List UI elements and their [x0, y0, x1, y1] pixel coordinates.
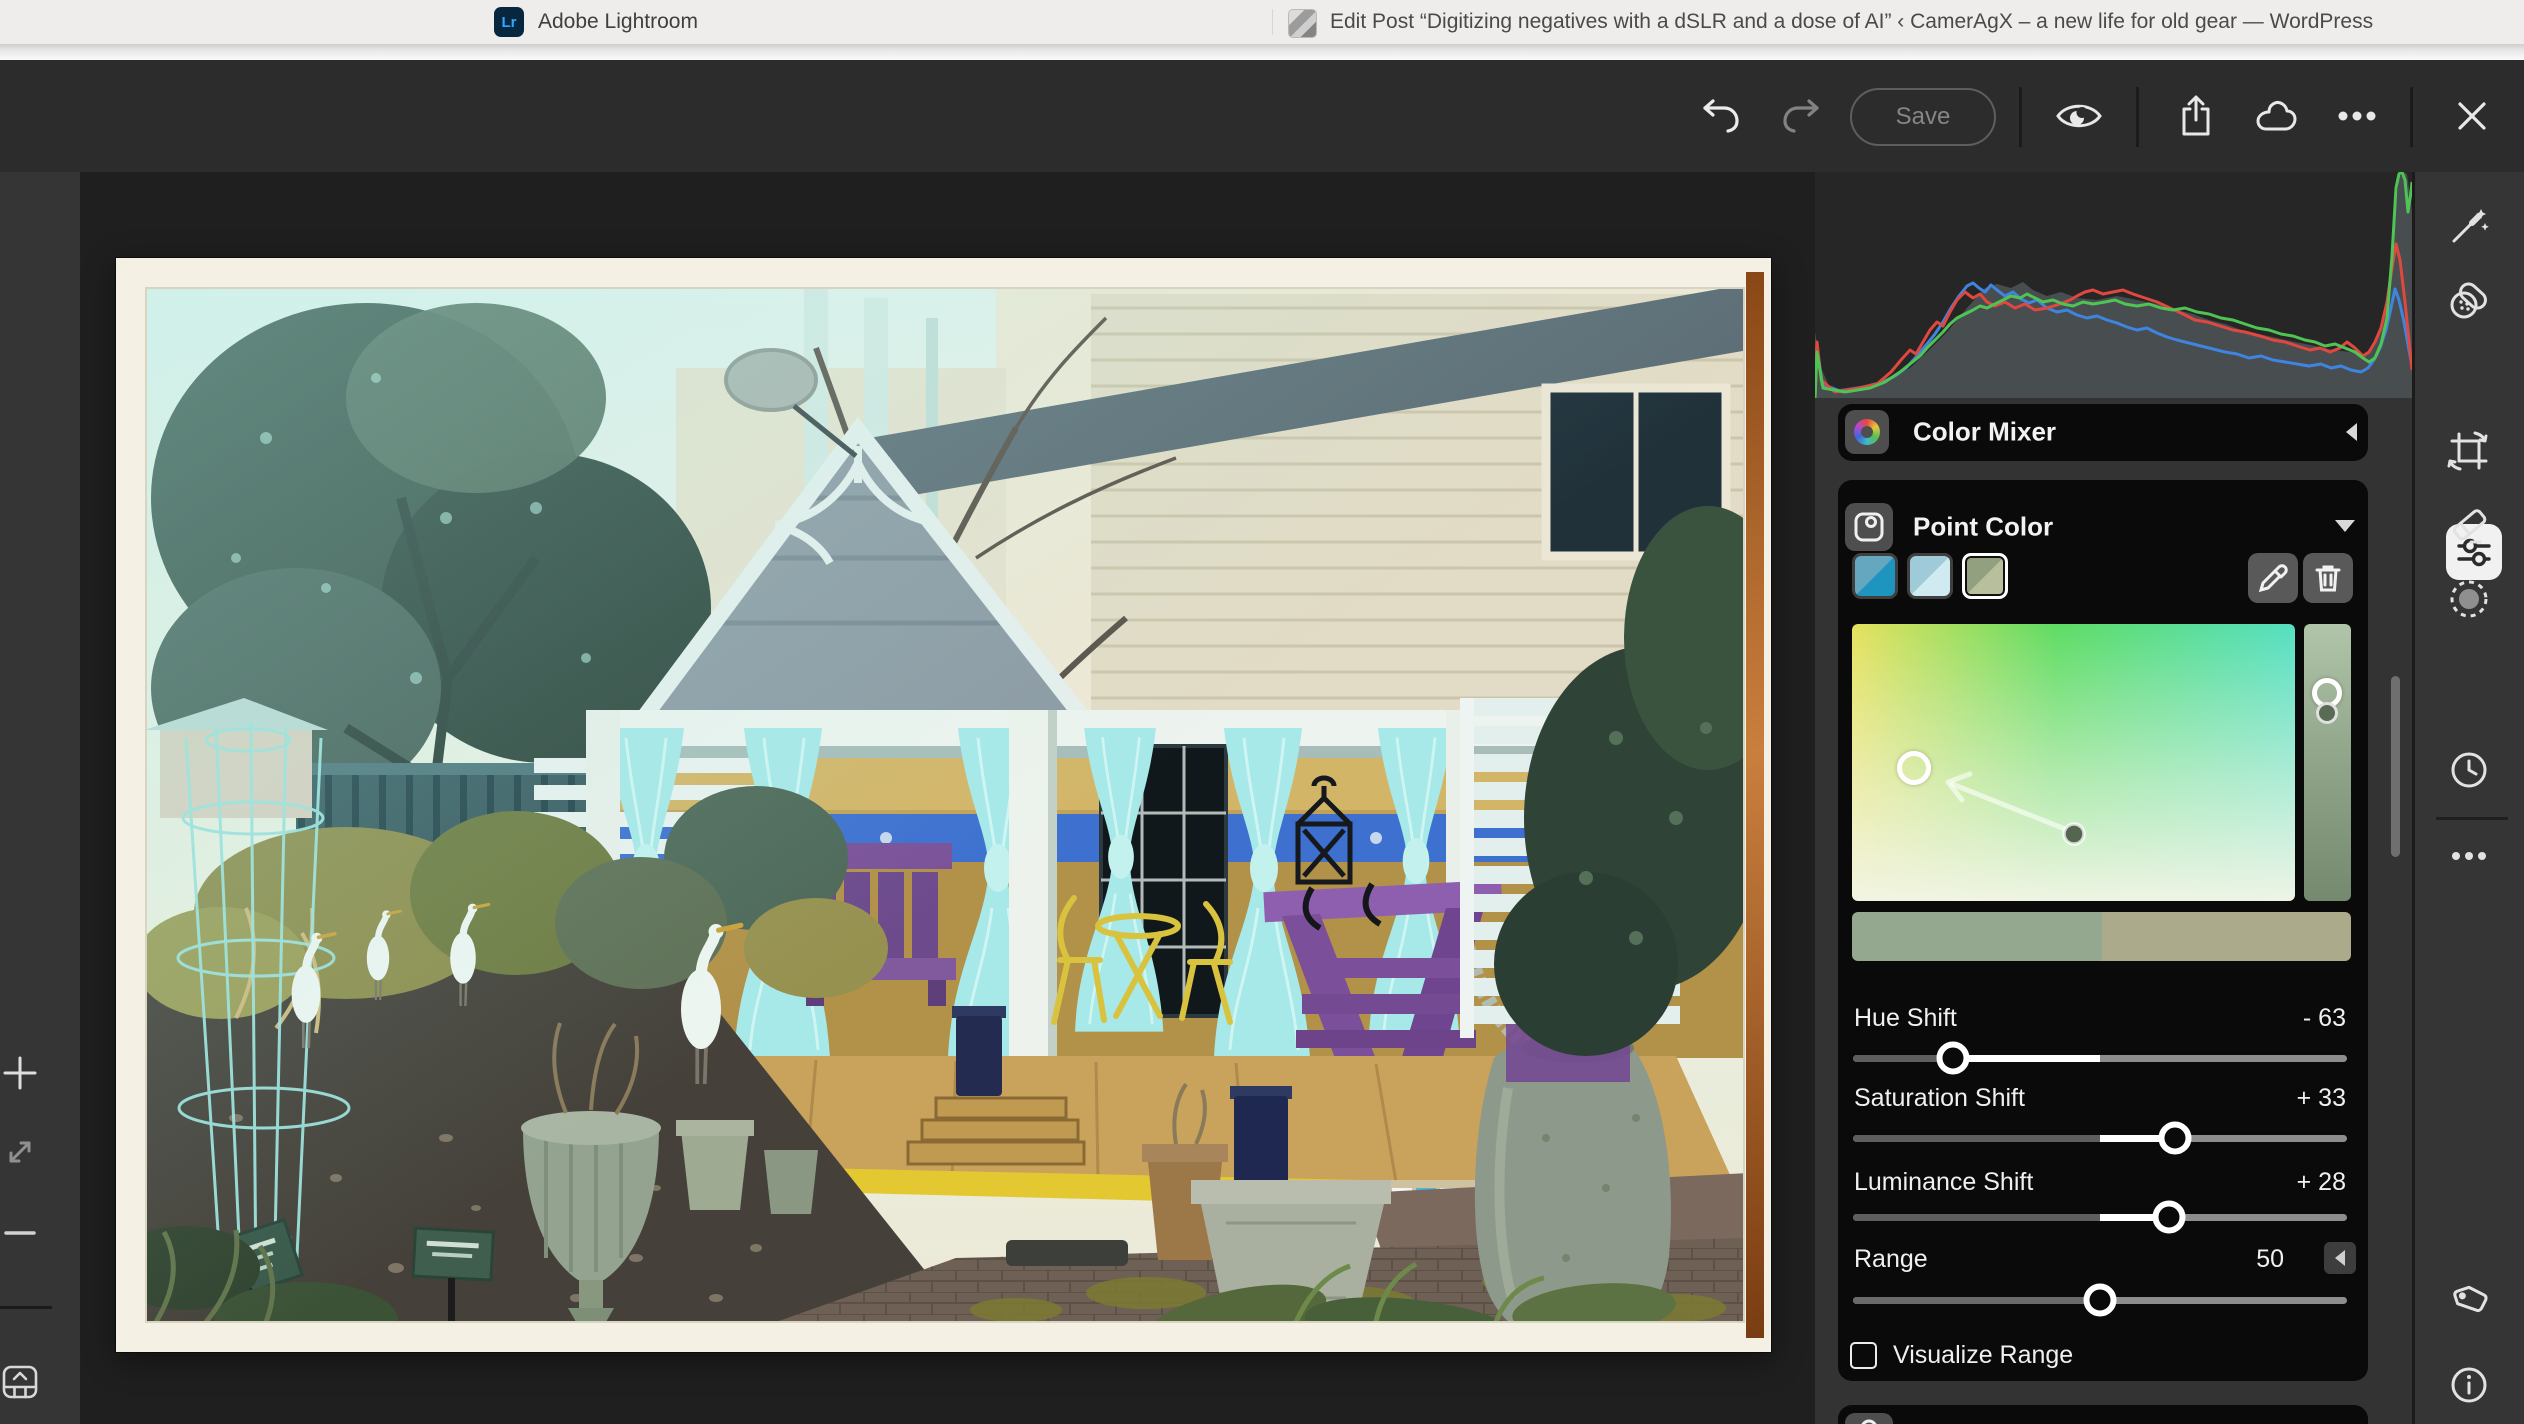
panel-scrollbar[interactable]	[2391, 676, 2400, 857]
saturation-shift-handle[interactable]	[2159, 1122, 2192, 1155]
zoom-controls-strip	[0, 172, 80, 1424]
luminance-shift-handle[interactable]	[2153, 1201, 2186, 1234]
share-icon[interactable]	[2176, 94, 2216, 138]
tab-wordpress[interactable]: Edit Post “Digitizing negatives with a d…	[1330, 10, 2373, 34]
range-label: Range	[1854, 1245, 1928, 1274]
crop-rotate-icon[interactable]	[2447, 429, 2491, 473]
color-grading-icon[interactable]	[1845, 1413, 1893, 1424]
filmstrip-icon[interactable]	[1, 1364, 39, 1400]
hue-shift-value: - 63	[2303, 1004, 2346, 1033]
edit-panel: Color Mixer Point Color	[1815, 172, 2412, 1424]
point-color-swatch-3-selected[interactable]	[1962, 553, 2008, 599]
toolbar-separator	[2136, 87, 2139, 147]
close-icon[interactable]	[2455, 99, 2489, 133]
photo-canvas[interactable]	[80, 172, 1815, 1424]
photo-negative-scan	[116, 258, 1771, 1352]
histogram[interactable]	[1815, 172, 2412, 398]
eraser-icon[interactable]	[2447, 504, 2491, 548]
hue-shift-row: Hue Shift - 63	[1854, 1004, 2346, 1033]
collapse-caret-icon[interactable]	[2346, 423, 2357, 441]
cloud-icon[interactable]	[2254, 99, 2298, 133]
point-color-title: Point Color	[1913, 512, 2053, 543]
luminance-shift-label: Luminance Shift	[1854, 1168, 2033, 1197]
fit-expand-icon[interactable]	[3, 1135, 37, 1169]
zoom-in-plus-icon[interactable]	[2, 1055, 38, 1091]
hue-shift-handle[interactable]	[1936, 1042, 1969, 1075]
shade-strip[interactable]	[2304, 624, 2351, 901]
before-color	[1852, 912, 2102, 961]
color-grading-card: Color Grading	[1838, 1405, 2368, 1424]
range-slider[interactable]	[1853, 1297, 2347, 1304]
sidebar-divider	[2436, 817, 2508, 820]
browser-tab-bar: Lr Adobe Lightroom Edit Post “Digitizing…	[0, 0, 2524, 44]
tool-sidebar	[2415, 172, 2524, 1424]
gradient-target-handle[interactable]	[1897, 751, 1931, 785]
history-clock-icon[interactable]	[2449, 750, 2489, 790]
more-dots-icon[interactable]	[2450, 851, 2488, 861]
range-collapse-button[interactable]	[2324, 1242, 2356, 1274]
hue-shift-slider[interactable]	[1853, 1055, 2347, 1062]
saturation-shift-label: Saturation Shift	[1854, 1084, 2025, 1113]
visualize-range-checkbox[interactable]	[1850, 1342, 1877, 1369]
after-color	[2102, 912, 2352, 961]
saturation-shift-row: Saturation Shift + 33	[1854, 1084, 2346, 1113]
strip-divider	[0, 1306, 52, 1309]
color-mixer-title: Color Mixer	[1913, 417, 2056, 448]
toolbar-separator	[2410, 87, 2413, 147]
hue-shift-label: Hue Shift	[1854, 1004, 1957, 1033]
eye-icon[interactable]	[2055, 99, 2103, 133]
lightroom-logo-icon: Lr	[494, 7, 524, 37]
saturation-shift-slider[interactable]	[1853, 1135, 2347, 1142]
color-gradient-picker[interactable]	[1852, 624, 2295, 901]
redo-icon[interactable]	[1780, 97, 1822, 135]
wordpress-tab-favicon	[1288, 9, 1317, 38]
before-after-color-bar	[1852, 912, 2351, 961]
luminance-shift-value: + 28	[2297, 1168, 2346, 1197]
auto-enhance-wand-icon[interactable]	[2448, 205, 2490, 247]
info-icon[interactable]	[2449, 1365, 2489, 1405]
color-mixer-icon[interactable]	[1845, 410, 1889, 454]
range-row: Range 50	[1854, 1245, 2284, 1274]
more-options-icon[interactable]	[2335, 110, 2379, 122]
range-value: 50	[2256, 1245, 2284, 1274]
toolbar-separator	[2019, 87, 2022, 147]
tab-lightroom[interactable]: Adobe Lightroom	[538, 10, 698, 34]
window-chrome-shadow	[0, 44, 2524, 60]
luminance-shift-slider[interactable]	[1853, 1214, 2347, 1221]
color-mixer-card: Color Mixer	[1838, 404, 2368, 461]
expand-caret-icon[interactable]	[2335, 520, 2355, 532]
undo-icon[interactable]	[1700, 97, 1742, 135]
masking-icon[interactable]	[2447, 577, 2491, 621]
tag-icon[interactable]	[2447, 1280, 2491, 1320]
point-color-icon[interactable]	[1845, 503, 1893, 551]
app-toolbar: Save	[0, 60, 2524, 172]
visualize-range-label: Visualize Range	[1893, 1341, 2073, 1370]
healing-icon[interactable]	[2447, 279, 2491, 323]
point-color-swatch-1[interactable]	[1852, 553, 1898, 599]
delete-swatch-button[interactable]	[2303, 553, 2353, 603]
point-color-card: Point Color	[1838, 480, 2368, 1381]
tab-divider	[1272, 9, 1273, 35]
shade-origin-dot	[2316, 702, 2338, 724]
eyedropper-button[interactable]	[2248, 553, 2298, 603]
saturation-shift-value: + 33	[2297, 1084, 2346, 1113]
visualize-range-row: Visualize Range	[1850, 1341, 2073, 1370]
luminance-shift-row: Luminance Shift + 28	[1854, 1168, 2346, 1197]
point-color-swatch-2[interactable]	[1907, 553, 1953, 599]
zoom-out-minus-icon[interactable]	[3, 1229, 37, 1237]
range-handle[interactable]	[2084, 1284, 2117, 1317]
save-button[interactable]: Save	[1850, 88, 1996, 146]
